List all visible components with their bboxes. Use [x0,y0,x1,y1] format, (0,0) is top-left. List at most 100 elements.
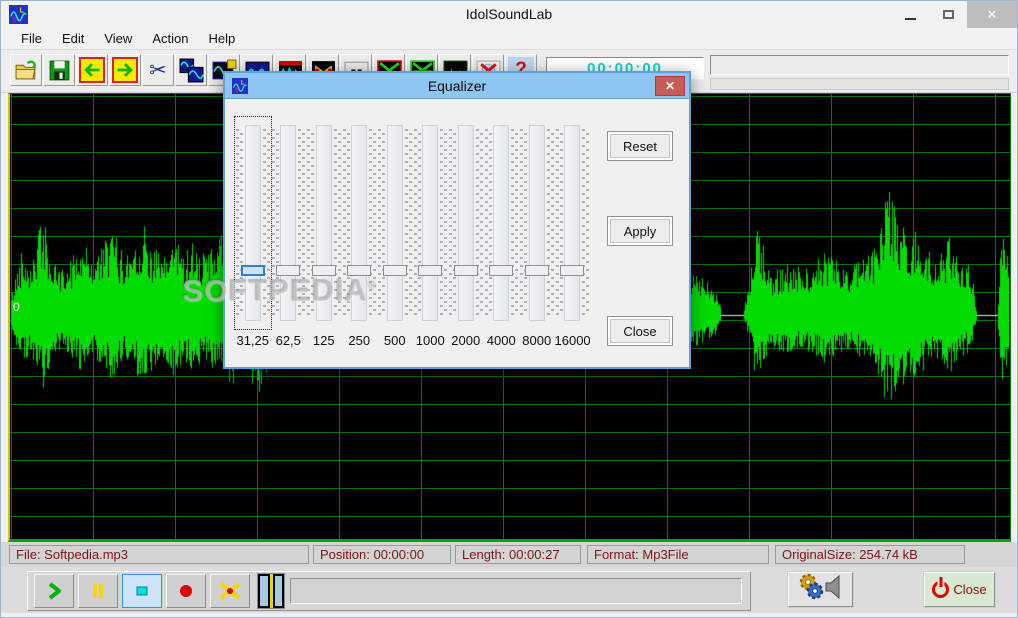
eq-ticks [484,129,492,317]
eq-slider-thumb[interactable] [347,265,372,276]
status-position: Position: 00:00:00 [313,545,451,564]
eq-ticks [342,129,350,317]
eq-slider-thumb[interactable] [560,265,585,276]
eq-band-label: 16000 [554,333,591,348]
cut-button[interactable]: ✂ [142,54,174,86]
eq-slider-thumb[interactable] [311,265,336,276]
titlebar: LS IdolSoundLab ✕ [1,1,1017,28]
cancel-button[interactable] [210,574,250,608]
mixer-button[interactable] [788,572,853,607]
menu-item-file[interactable]: File [11,29,52,48]
window-title: IdolSoundLab [465,6,553,22]
eq-slider-track[interactable] [493,125,510,321]
open-file-button[interactable] [10,54,42,86]
record-icon [180,585,192,597]
equalizer-reset-button[interactable]: Reset [607,131,673,161]
pause-button[interactable] [78,574,118,608]
eq-slider-thumb[interactable] [524,265,549,276]
copy-wave-button[interactable] [175,54,207,86]
eq-band-31_25 [234,116,272,330]
eq-ticks [404,129,412,317]
eq-ticks [475,129,483,317]
menubar: File Edit View Action Help [1,28,1017,49]
nav-forward-icon [112,57,138,83]
eq-ticks [555,129,563,317]
nav-back-icon [79,57,105,83]
eq-ticks [262,129,270,317]
app-window: LS IdolSoundLab ✕ File Edit View Action Help… [0,0,1018,618]
status-format: Format: Mp3File [587,545,769,564]
eq-slider-thumb[interactable] [276,265,301,276]
window-close-button[interactable]: ✕ [967,1,1017,28]
equalizer-apply-button[interactable]: Apply [607,216,673,246]
eq-band-125 [306,117,342,329]
eq-slider-track[interactable] [457,125,474,321]
info-strip [710,78,1009,90]
eq-slider-track[interactable] [280,125,297,321]
menu-item-action[interactable]: Action [142,29,198,48]
eq-band-8000 [519,117,555,329]
equalizer-titlebar[interactable]: LS Equalizer ✕ [225,73,689,99]
app-close-label: Close [953,582,987,597]
eq-slider-thumb[interactable] [418,265,443,276]
save-file-button[interactable] [43,54,75,86]
eq-band-62_5 [271,117,307,329]
equalizer-dialog-title: Equalizer [427,78,487,94]
eq-ticks [298,129,305,317]
eq-slider-track[interactable] [244,125,261,321]
eq-ticks [413,129,421,317]
status-original-size: OriginalSize: 254.74 kB [775,545,965,564]
eq-band-4000 [484,117,520,329]
stop-icon [136,586,148,596]
eq-slider-thumb[interactable] [453,265,478,276]
eq-slider-track[interactable] [315,125,332,321]
eq-ticks [307,129,314,317]
eq-slider-thumb[interactable] [382,265,407,276]
eq-slider-track[interactable] [351,125,368,321]
eq-ticks [511,129,518,317]
cut-icon: ✂ [149,58,167,82]
eq-slider-track[interactable] [386,125,403,321]
maximize-button[interactable] [929,1,967,28]
eq-ticks [333,129,341,317]
eq-slider-thumb[interactable] [489,265,514,276]
nav-forward-button[interactable] [109,54,141,86]
toolbar-right-panels [710,54,1009,90]
stop-button[interactable] [122,574,162,608]
eq-slider-track[interactable] [528,125,545,321]
eq-slider-track[interactable] [564,125,581,321]
copy-wave-icon [179,58,204,82]
eq-band-label: 125 [312,333,335,348]
menu-item-edit[interactable]: Edit [52,29,94,48]
equalizer-close-icon[interactable]: ✕ [655,76,685,96]
status-file: File: Softpedia.mp3 [9,545,309,564]
eq-ticks [582,129,589,317]
eq-ticks [520,129,527,317]
seek-handle[interactable] [257,573,285,609]
nav-back-button[interactable] [76,54,108,86]
record-button[interactable] [166,574,206,608]
eq-ticks [369,129,376,317]
eq-slider-thumb[interactable] [240,265,265,276]
amplitude-zero-label: 0 [13,300,20,314]
eq-band-1000 [413,117,449,329]
eq-band-250 [342,117,378,329]
play-button[interactable] [34,574,74,608]
seek-track[interactable] [290,578,742,604]
status-length: Length: 00:00:27 [455,545,581,564]
transport-bar: Close [1,567,1017,613]
minimize-button[interactable] [891,1,929,28]
menu-item-view[interactable]: View [94,29,142,48]
eq-slider-track[interactable] [422,125,439,321]
gears-speaker-icon [795,572,847,607]
eq-band-label: 250 [348,333,371,348]
eq-band-label: 4000 [486,333,516,348]
menu-item-help[interactable]: Help [198,29,245,48]
equalizer-close-button[interactable]: Close [607,316,673,346]
eq-ticks [271,129,279,317]
eq-ticks [546,129,554,317]
eq-band-label: 500 [383,333,406,348]
eq-band-2000 [448,117,484,329]
transport-panel [27,571,751,611]
app-close-button[interactable]: Close [924,572,995,607]
